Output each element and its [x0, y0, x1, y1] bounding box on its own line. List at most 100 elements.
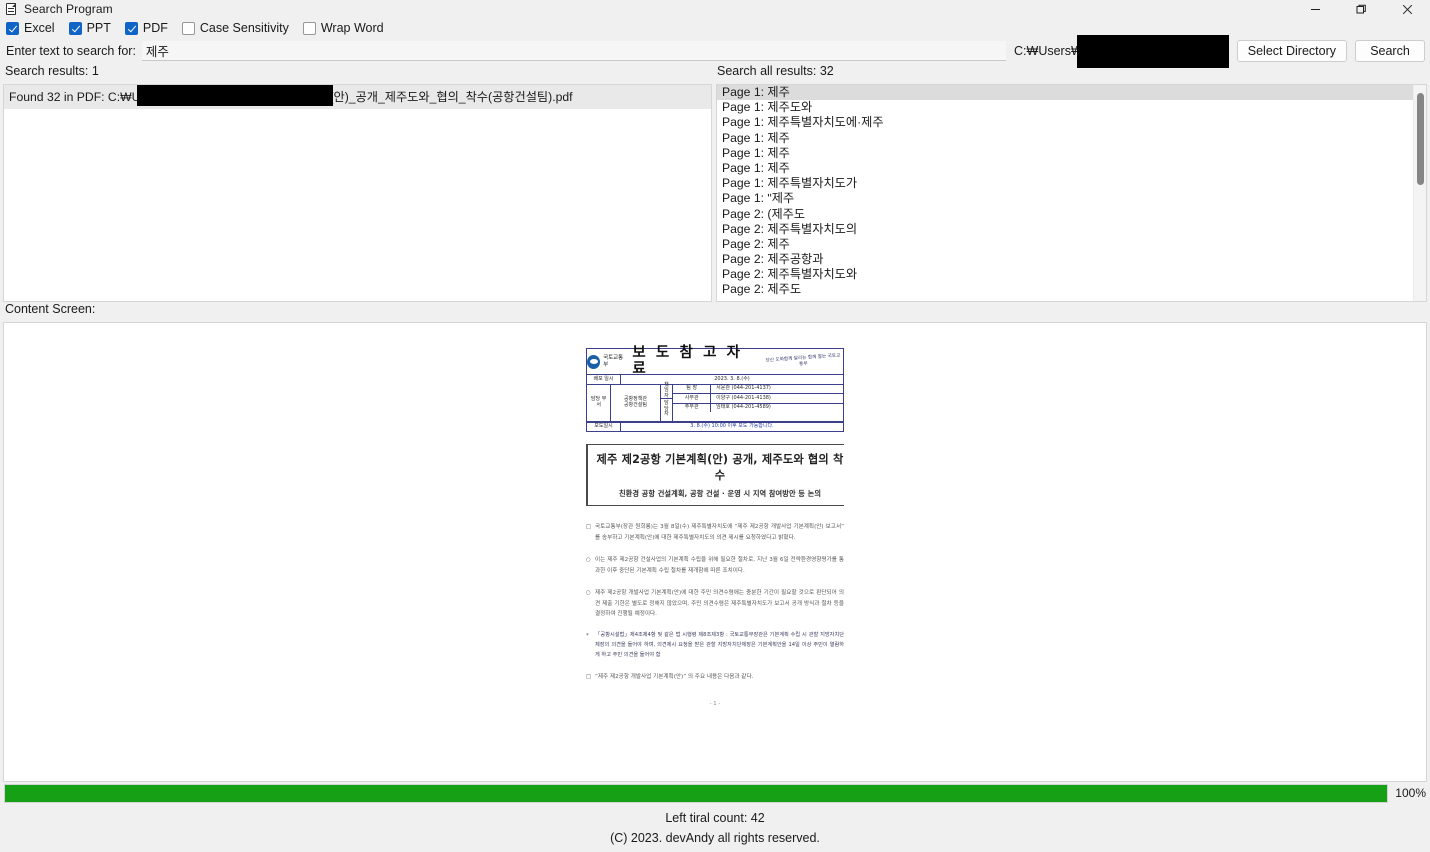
document-title-block: 제주 제2공항 기본계획(안) 공개, 제주도와 협의 착수 친환경 공항 건설… [586, 444, 844, 506]
ministry-name: 국토교통부 [603, 355, 623, 368]
option-ppt[interactable]: PPT [68, 21, 111, 35]
person-row: 사무관 이양구 (044-201-4138) [673, 394, 843, 404]
option-ppt-label: PPT [86, 21, 111, 35]
document-body: □ 국토교통부(장관 원희룡)는 3월 8일(수) 제주특별자치도에 “제주 제2… [586, 522, 844, 683]
department-line-2: 공항건설팀 [623, 401, 647, 408]
list-item[interactable]: Page 2: 제주특별자치도의 [717, 222, 1426, 237]
press-release-header-table: 국토교통부 보 도 참 고 자 료 당신 도와함께 달리는 함께 잘는 국토교통… [586, 344, 844, 432]
document-paragraph: * 「공항시설법」제4조제4항 및 같은 법 시행령 제8조제3항 : 국토교통부… [586, 631, 844, 661]
directory-redaction-block [1076, 34, 1229, 68]
list-item[interactable]: Page 1: 제주 [717, 85, 1426, 101]
person-name: 임태호 (044-201-4589) [716, 404, 771, 410]
pdf-document: 국토교통부 보 도 참 고 자 료 당신 도와함께 달리는 함께 잘는 국토교통… [586, 344, 844, 707]
document-page-number: - 1 - [709, 700, 721, 707]
case-sensitivity-checkbox[interactable] [181, 21, 195, 35]
minimize-button[interactable] [1292, 0, 1338, 18]
option-wrap-word[interactable]: Wrap Word [302, 21, 384, 35]
document-paragraph: ○ 이는 제주 제2공항 건설사업의 기본계획 수립을 위해 필요한 절차로, 지… [586, 555, 844, 577]
select-directory-button[interactable]: Select Directory [1236, 40, 1347, 62]
paragraph-bullet-icon: □ [586, 524, 592, 530]
role-column: 책임자 담당자 [660, 382, 674, 421]
document-paragraph: □ 국토교통부(장관 원희룡)는 3월 8일(수) 제주특별자치도에 “제주 제2… [586, 522, 844, 544]
list-item[interactable]: Page 2: 제주 [717, 237, 1426, 252]
all-results-list[interactable]: Page 1: 제주 Page 1: 제주도와 Page 1: 제주특별자치도에·제… [716, 84, 1427, 302]
results-panes: Found 32 in PDF: C:₩Users₩참고)_제주_제2공항_기본… [0, 84, 1430, 302]
press-release-title: 보 도 참 고 자 료 [632, 344, 743, 377]
paragraph-bullet-icon: ○ [586, 589, 591, 596]
file-result-item[interactable]: Found 32 in PDF: C:₩Users₩참고)_제주_제2공항_기본… [4, 85, 711, 109]
department-row: 담당 부서 공항정책관 공항건설팀 책임자 담당자 팀 장 서윤관 (044-2… [587, 382, 843, 422]
document-title: 제주 제2공항 기본계획(안) 공개, 제주도와 협의 착수 [596, 453, 844, 482]
trial-count-label: Left tiral count: 42 [665, 811, 765, 825]
paragraph-text: 국토교통부(장관 원희룡)는 3월 8일(수) 제주특별자치도에 “제주 제2공… [595, 524, 844, 541]
excel-checkbox[interactable] [6, 21, 19, 35]
list-item[interactable]: Page 1: 제주 [717, 161, 1426, 176]
department-value: 공항정책관 공항건설팀 [611, 384, 661, 421]
pdf-checkbox[interactable] [124, 21, 138, 35]
person-rank: 팀 장 [673, 384, 712, 393]
government-emblem-icon [587, 354, 601, 369]
option-case-sensitivity[interactable]: Case Sensitivity [181, 21, 289, 35]
paragraph-text: 제주 제2공항 개발사업 기본계획(안)에 대한 주민 의견수렴에는 충분한 기… [595, 589, 844, 618]
paragraph-text: 이는 제주 제2공항 건설사업의 기본계획 수립을 위해 필요한 절차로, 지난… [595, 556, 844, 574]
directory-path: C:₩Users₩ [1014, 34, 1229, 68]
file-path-redaction-block [137, 85, 333, 106]
content-screen-label: Content Screen: [5, 302, 96, 316]
maximize-restore-button[interactable] [1338, 0, 1384, 18]
pdf-page-preview: 국토교통부 보 도 참 고 자 료 당신 도와함께 달리는 함께 잘는 국토교통… [4, 323, 1426, 707]
option-case-sensitivity-label: Case Sensitivity [199, 21, 289, 35]
list-item[interactable]: Page 1: 제주특별자치도에·제주 [717, 115, 1426, 130]
progress-row: 100% [0, 782, 1430, 804]
window-title: Search Program [24, 2, 113, 16]
people-column: 팀 장 서윤관 (044-201-4137) 사무관 이양구 (044-201-… [673, 384, 843, 421]
copyright-label: (C) 2023. devAndy all rights reserved. [610, 831, 820, 845]
ministry-logo: 국토교통부 [587, 354, 626, 369]
person-rank: 사무관 [673, 394, 712, 403]
list-item[interactable]: Page 2: 제주특별자치도와 [717, 267, 1426, 282]
paragraph-bullet-icon: ○ [586, 556, 591, 563]
ppt-checkbox[interactable] [68, 21, 82, 35]
person-name: 이양구 (044-201-4138) [716, 394, 771, 401]
search-results-count: Search results: 1 [5, 64, 99, 78]
all-results-scrollbar[interactable] [1413, 85, 1426, 301]
list-item[interactable]: Page 1: 제주특별자치도가 [717, 176, 1426, 191]
press-release-banner: 국토교통부 보 도 참 고 자 료 당신 도와함께 달리는 함께 잘는 국토교통… [587, 344, 843, 377]
list-item[interactable]: Page 1: 제주도와 [717, 100, 1426, 115]
search-button[interactable]: Search [1355, 40, 1425, 62]
responsible-label: 책임자 [660, 382, 674, 399]
close-button[interactable] [1384, 0, 1430, 18]
department-label: 담당 부서 [587, 384, 612, 421]
search-input[interactable] [141, 41, 1007, 61]
search-program-window: Search Program Excel PPT PDF Case Sensit… [0, 0, 1430, 852]
option-pdf[interactable]: PDF [124, 21, 168, 35]
option-pdf-label: PDF [142, 21, 168, 35]
footer: Left tiral count: 42 (C) 2023. devAndy a… [0, 804, 1430, 852]
search-bar: Enter text to search for: C:₩Users₩ Sele… [0, 34, 1430, 68]
list-item[interactable]: Page 1: ʺ제주 [717, 191, 1426, 206]
paragraph-bullet-icon: □ [586, 673, 592, 680]
paragraph-text: “제주 제2공항 개발사업 기본계획(안)” 의 주요 내용은 다음과 같다. [595, 673, 754, 680]
option-wrap-word-label: Wrap Word [320, 21, 384, 35]
file-results-list[interactable]: Found 32 in PDF: C:₩Users₩참고)_제주_제2공항_기본… [3, 84, 712, 302]
search-all-results-count: Search all results: 32 [717, 64, 834, 78]
list-item[interactable]: Page 2: 제주도 [717, 282, 1426, 297]
all-results-scrollbar-thumb[interactable] [1417, 93, 1424, 185]
list-item[interactable]: Page 2: (제주도 [717, 207, 1426, 222]
document-paragraph: □ “제주 제2공항 개발사업 기본계획(안)” 의 주요 내용은 다음과 같다. [586, 672, 844, 683]
person-row: 팀 장 서윤관 (044-201-4137) [673, 384, 843, 394]
document-subtitle: 친환경 공항 건설계획, 공항 건설 · 운영 시 지역 참여방안 등 논의 [618, 489, 822, 498]
list-item[interactable]: Page 1: 제주 [717, 146, 1426, 161]
directory-path-text: C:₩Users₩ [1014, 44, 1083, 58]
search-input-label: Enter text to search for: [6, 44, 136, 58]
list-item[interactable]: Page 2: 제주공항과 [717, 252, 1426, 267]
app-document-icon [5, 2, 18, 16]
list-item[interactable]: Page 1: 제주 [717, 131, 1426, 146]
content-screen-pane[interactable]: 국토교통부 보 도 참 고 자 료 당신 도와함께 달리는 함께 잘는 국토교통… [3, 322, 1427, 782]
wrap-word-checkbox[interactable] [302, 21, 316, 35]
contact-label: 담당자 [661, 398, 674, 421]
progress-bar-fill [5, 784, 1387, 802]
paragraph-bullet-icon: * [586, 633, 589, 640]
embargo-label: 보도일시 [587, 422, 621, 431]
progress-bar [4, 783, 1388, 803]
option-excel[interactable]: Excel [6, 21, 55, 35]
